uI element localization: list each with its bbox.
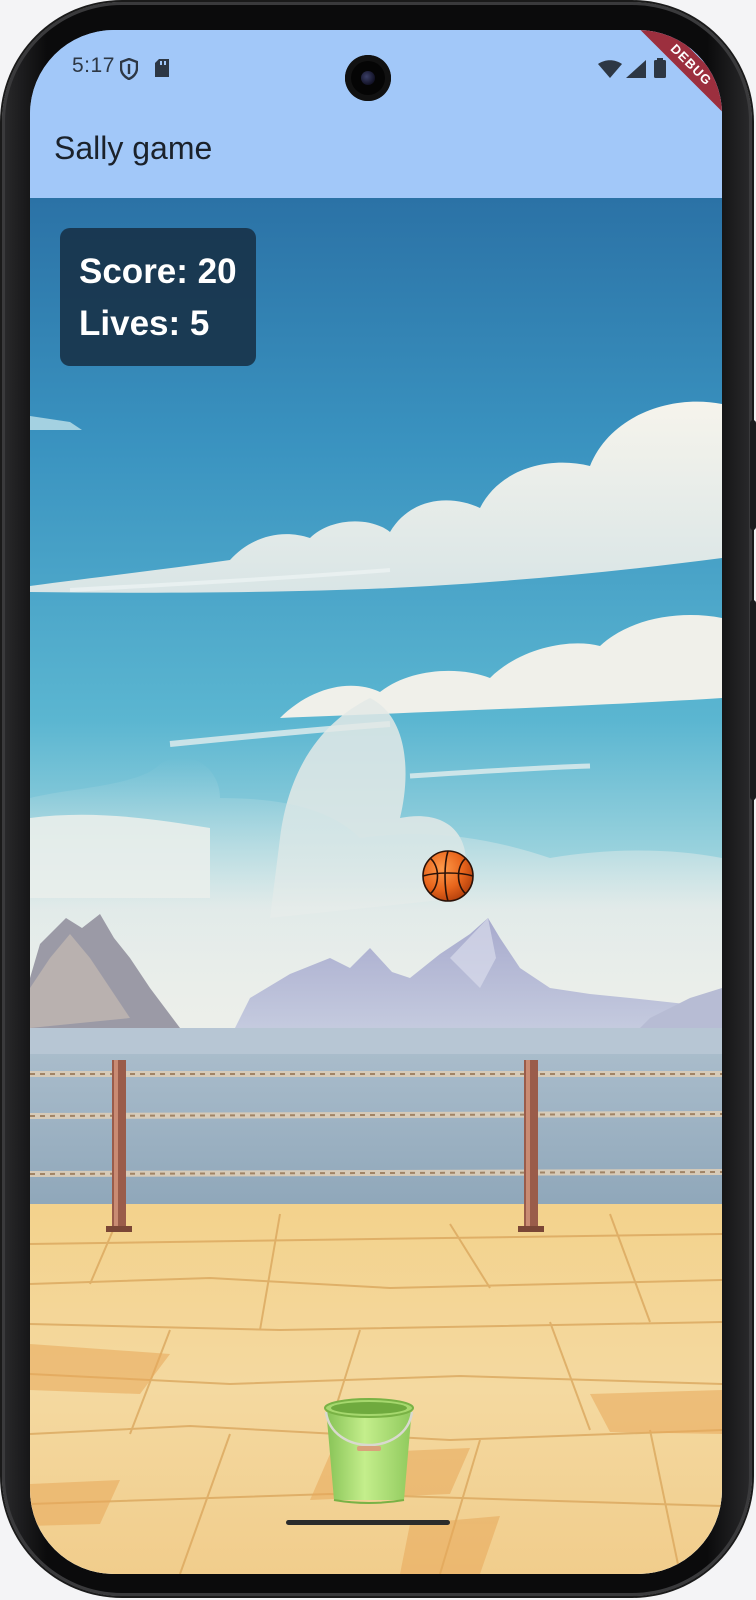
lives-text: Lives: 5 [79,304,210,343]
battery-icon [654,58,666,83]
status-time: 5:17 [72,54,115,77]
cell-signal-icon [626,60,646,83]
front-camera [345,55,391,101]
home-indicator[interactable] [286,1520,450,1525]
power-button [750,600,756,800]
volume-button [750,420,756,530]
game-area[interactable]: Score: 20 Lives: 5 [30,198,722,1574]
screen: 5:17 DEBUG Sally game Score: 20 Lives: 5 [30,30,722,1574]
basketball[interactable] [422,850,474,902]
sd-card-icon [154,58,170,83]
wifi-icon [598,60,622,83]
phone-device: 5:17 DEBUG Sally game Score: 20 Lives: 5 [0,0,756,1600]
bucket[interactable] [322,1396,416,1506]
score-text: Score: 20 [79,252,237,291]
score-panel: Score: 20 Lives: 5 [60,228,256,366]
shield-icon [119,57,139,85]
app-bar: 5:17 DEBUG Sally game [30,30,722,198]
app-title: Sally game [54,130,213,166]
